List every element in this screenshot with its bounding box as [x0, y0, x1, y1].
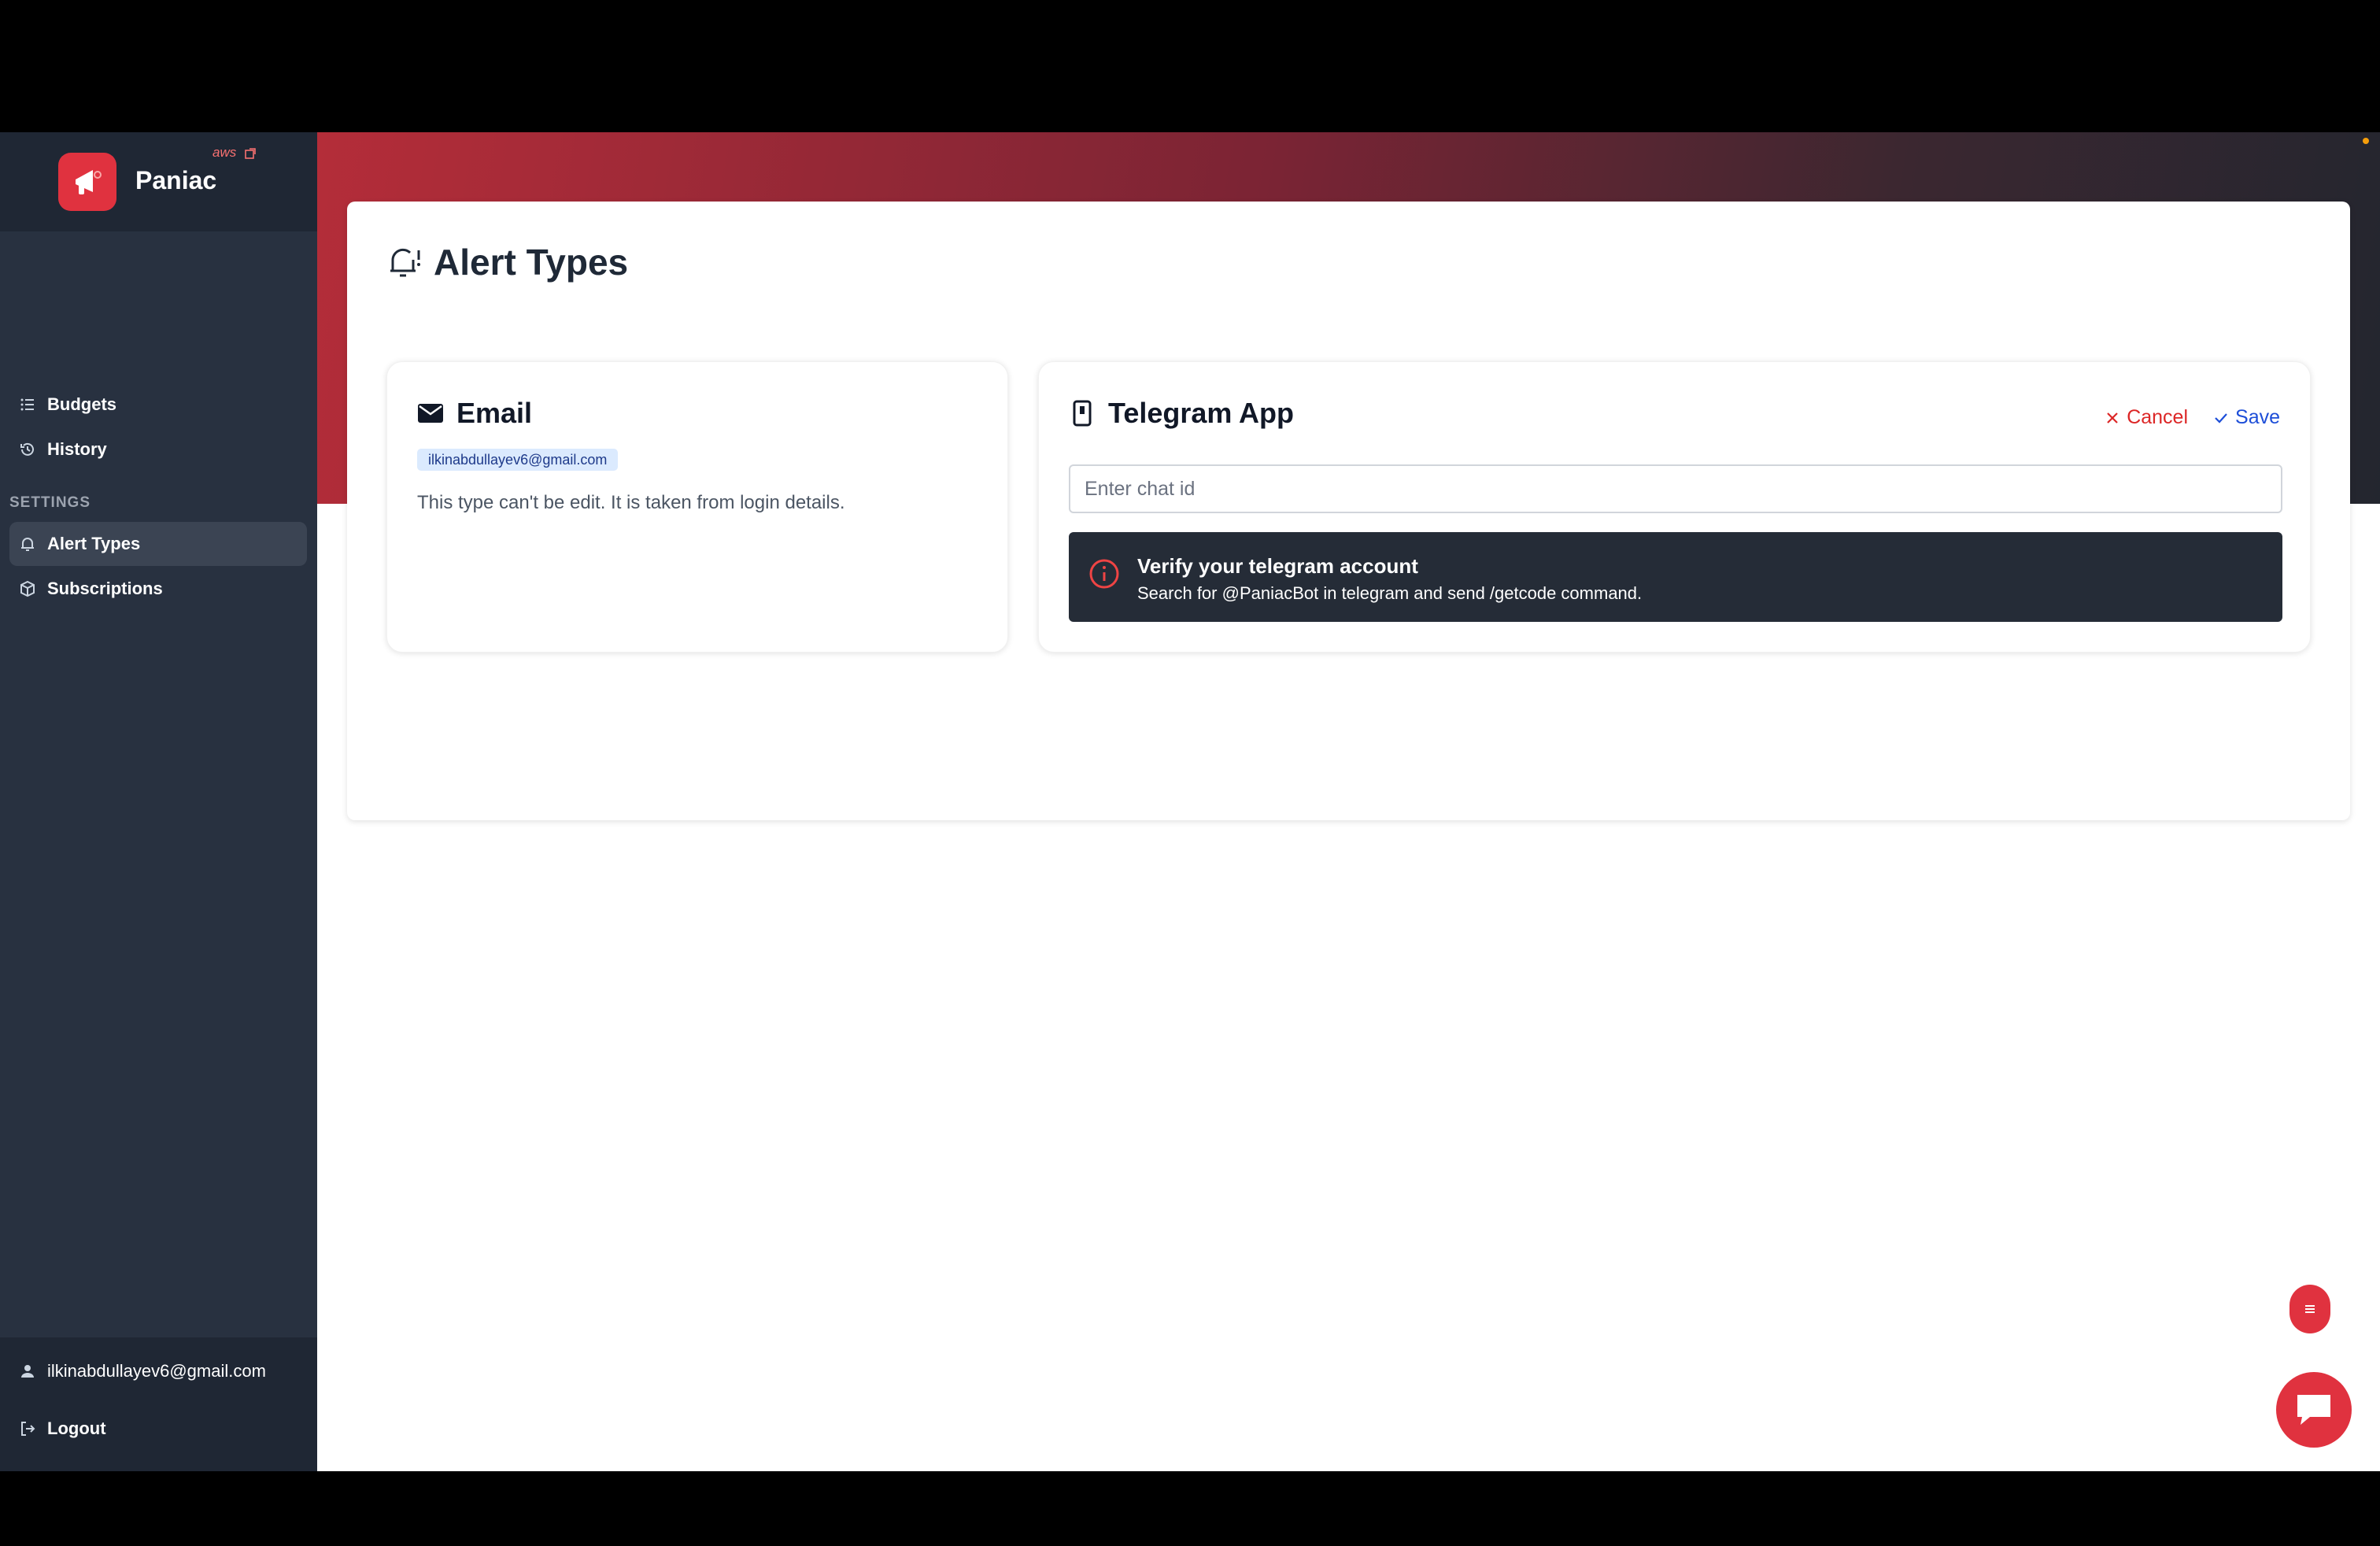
list-icon [20, 398, 34, 411]
floating-menu-button[interactable] [2289, 1285, 2330, 1333]
logout-icon [21, 1422, 35, 1436]
megaphone-icon [76, 170, 102, 194]
user-email: ilkinabdullayev6@gmail.com [47, 1361, 266, 1381]
brand-name: Paniac [135, 166, 217, 194]
email-alert-card: Email ilkinabdullayev6@gmail.com This ty… [386, 361, 1008, 653]
envelope-icon [418, 404, 443, 423]
sidebar-item-history[interactable]: History [9, 427, 307, 472]
user-icon [21, 1365, 34, 1378]
check-icon [2215, 412, 2227, 423]
sidebar-section-settings: SETTINGS [9, 494, 91, 511]
history-icon [20, 442, 34, 456]
sidebar-footer: ilkinabdullayev6@gmail.com Logout [0, 1337, 317, 1471]
box-icon [20, 580, 35, 597]
app-window: Paniac aws Budgets History SETTINGS Aler… [0, 132, 2380, 1471]
alert-types-panel: Alert Types Email ilkinabdullayev6@gmail… [347, 202, 2350, 820]
telegram-actions: Cancel Save [2105, 406, 2280, 429]
logout-label: Logout [47, 1418, 106, 1438]
save-button[interactable]: Save [2213, 406, 2280, 429]
info-circle-icon [1089, 559, 1119, 589]
logout-button[interactable]: Logout [19, 1418, 106, 1439]
chat-bubble-icon [2297, 1395, 2330, 1425]
sidebar-item-subscriptions[interactable]: Subscriptions [9, 567, 307, 611]
cancel-button[interactable]: Cancel [2105, 406, 2188, 429]
chat-id-input[interactable] [1069, 464, 2282, 513]
aws-badge: aws [213, 145, 237, 160]
external-link-icon [245, 148, 256, 159]
email-note: This type can't be edit. It is taken fro… [417, 492, 845, 513]
page-title: Alert Types [386, 241, 628, 283]
verify-alert-text: Search for @PaniacBot in telegram and se… [1137, 583, 1643, 603]
verify-alert-title: Verify your telegram account [1137, 554, 1418, 578]
sidebar-item-budgets[interactable]: Budgets [9, 383, 307, 427]
sidebar-item-label: Alert Types [47, 534, 141, 553]
brand[interactable]: Paniac aws [0, 132, 317, 231]
telegram-card-title-text: Telegram App [1108, 397, 1295, 429]
telegram-card-title: Telegram App [1069, 397, 1294, 430]
sidebar-item-label: Budgets [47, 394, 116, 414]
telegram-alert-card: Telegram App Cancel Save Enter chat id V… [1038, 361, 2311, 653]
brand-logo [58, 153, 116, 211]
page-title-text: Alert Types [434, 242, 629, 283]
email-card-title-text: Email [456, 397, 533, 429]
close-icon [2107, 412, 2118, 423]
sidebar-item-label: Subscriptions [47, 579, 163, 598]
verify-telegram-alert: Verify your telegram account Search for … [1069, 532, 2282, 622]
sidebar-item-label: History [47, 439, 107, 459]
bell-alert-icon [390, 248, 420, 277]
sidebar: Paniac aws Budgets History SETTINGS Aler… [0, 132, 317, 1471]
status-dot [2363, 138, 2369, 144]
chat-support-button[interactable] [2276, 1372, 2352, 1448]
mobile-icon [1073, 400, 1092, 427]
cancel-label: Cancel [2127, 406, 2189, 428]
save-label: Save [2235, 406, 2280, 428]
user-account[interactable]: ilkinabdullayev6@gmail.com [19, 1361, 266, 1381]
sidebar-item-alert-types[interactable]: Alert Types [9, 522, 307, 566]
bell-icon [21, 538, 34, 551]
email-card-title: Email [417, 397, 532, 430]
email-badge: ilkinabdullayev6@gmail.com [417, 449, 619, 471]
menu-icon [2305, 1305, 2315, 1313]
